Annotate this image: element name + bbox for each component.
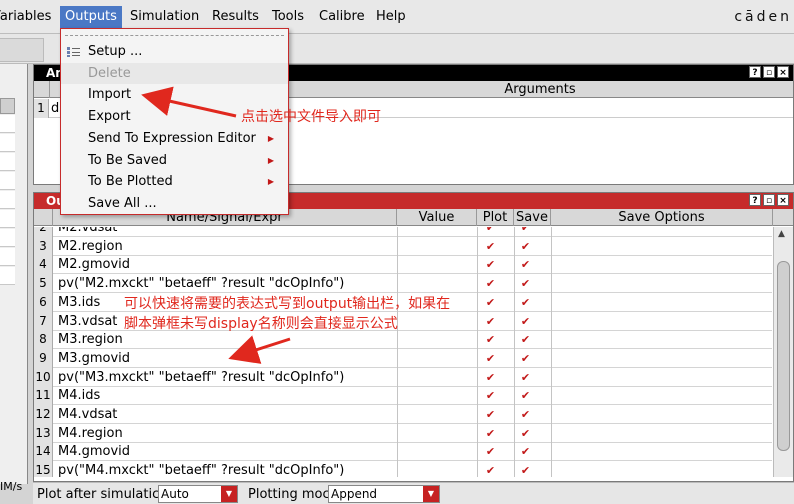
annotation-arrows [141, 86, 291, 364]
annotation-output-note-2: 脚本弹框未写display名称则会直接显示公式 [124, 316, 398, 332]
arrow-to-import [141, 86, 237, 118]
annotation-output-note-1: 可以快速将需要的表达式写到output输出栏，如果在 [124, 296, 451, 312]
arrow-to-rows [228, 335, 291, 364]
annotation-import-note: 点击选中文件导入即可 [241, 109, 381, 125]
